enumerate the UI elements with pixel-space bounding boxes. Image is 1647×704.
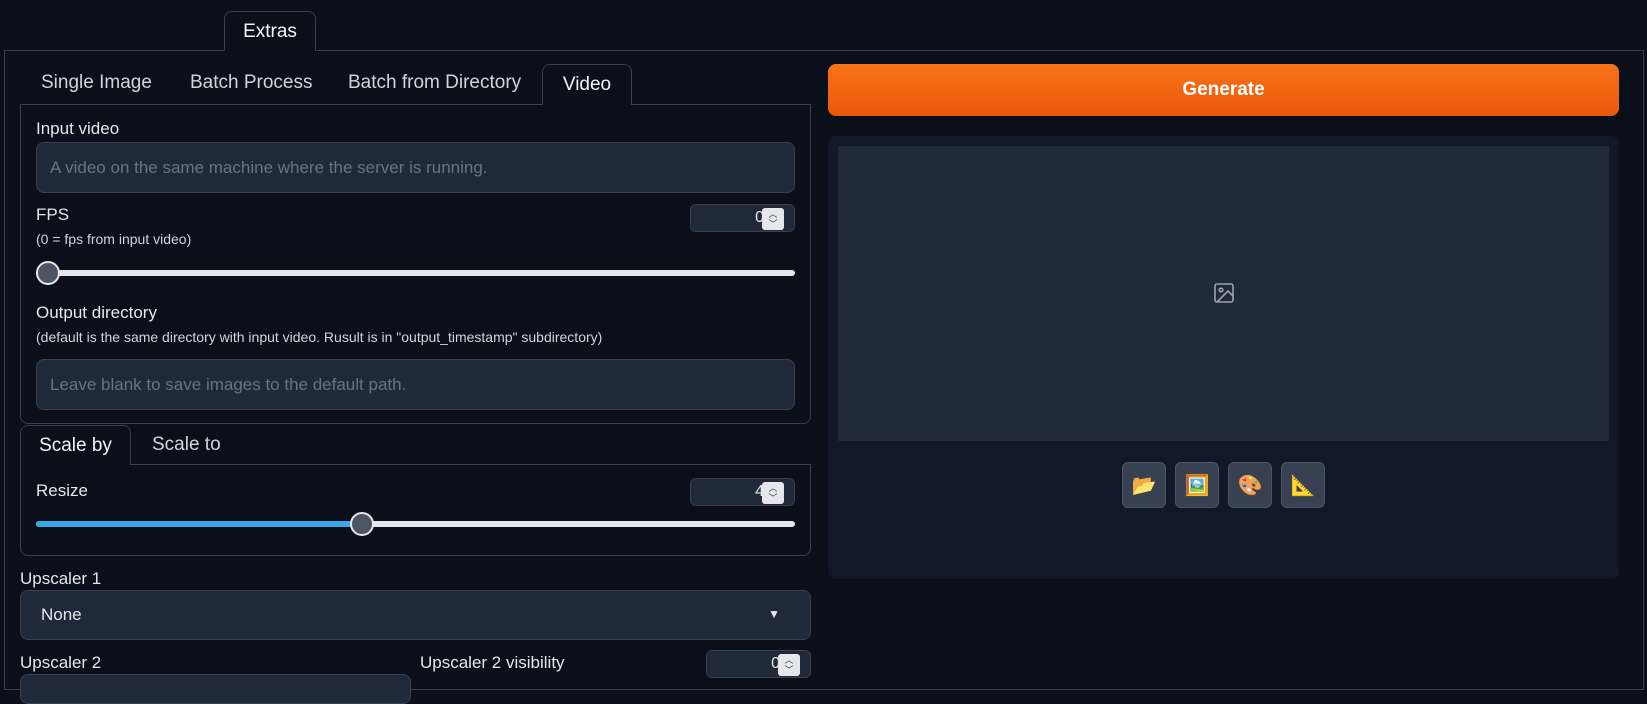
upscaler2-visibility-spinner[interactable]: ︿ ﹀ bbox=[778, 654, 800, 676]
upscaler1-dropdown[interactable]: None ▼ bbox=[20, 590, 811, 640]
ruler-icon: 📐 bbox=[1290, 474, 1316, 497]
image-placeholder-icon bbox=[1214, 283, 1234, 303]
upscaler1-value: None bbox=[41, 605, 82, 624]
resize-spinner[interactable]: ︿ ﹀ bbox=[762, 482, 784, 504]
fps-slider-track[interactable] bbox=[36, 270, 795, 276]
tab-scale-to[interactable]: Scale to bbox=[152, 425, 221, 465]
upscaler2-dropdown[interactable] bbox=[20, 674, 411, 704]
input-video-label: Input video bbox=[36, 119, 120, 138]
upscaler2-label: Upscaler 2 bbox=[20, 653, 102, 672]
send-to-inpaint-button[interactable]: 🎨 bbox=[1228, 462, 1272, 508]
resize-slider-fill bbox=[36, 521, 363, 527]
generate-button[interactable]: Generate bbox=[828, 64, 1619, 116]
resize-slider-track[interactable] bbox=[36, 521, 795, 527]
open-folder-button[interactable]: 📂 bbox=[1122, 462, 1166, 508]
tab-extras[interactable]: Extras bbox=[224, 11, 316, 51]
palette-icon: 🎨 bbox=[1237, 474, 1263, 497]
tab-batch-process[interactable]: Batch Process bbox=[190, 62, 313, 104]
upscaler2-visibility-input[interactable]: 0 ︿ ﹀ bbox=[706, 650, 811, 678]
output-directory-note: (default is the same directory with inpu… bbox=[36, 329, 603, 345]
tab-video[interactable]: Video bbox=[542, 64, 632, 105]
upscaler1-label: Upscaler 1 bbox=[20, 569, 102, 588]
tab-batch-from-directory[interactable]: Batch from Directory bbox=[348, 62, 521, 104]
resize-number-input[interactable]: 4 ︿ ﹀ bbox=[690, 478, 795, 506]
send-to-img2img-button[interactable]: 🖼️ bbox=[1175, 462, 1219, 508]
send-to-extras-button[interactable]: 📐 bbox=[1281, 462, 1325, 508]
upscaler2-visibility-label: Upscaler 2 visibility bbox=[420, 653, 565, 672]
fps-spinner[interactable]: ︿ ﹀ bbox=[762, 208, 784, 230]
output-directory-label: Output directory bbox=[36, 303, 157, 322]
folder-icon: 📂 bbox=[1131, 474, 1157, 497]
tab-single-image[interactable]: Single Image bbox=[41, 62, 152, 104]
fps-label: FPS bbox=[36, 205, 70, 224]
image-icon: 🖼️ bbox=[1184, 474, 1210, 497]
fps-note: (0 = fps from input video) bbox=[36, 231, 192, 247]
resize-label: Resize bbox=[36, 481, 88, 500]
input-video-field[interactable]: A video on the same machine where the se… bbox=[36, 142, 795, 193]
chevron-down-icon: ▼ bbox=[768, 607, 780, 621]
output-directory-field[interactable]: Leave blank to save images to the defaul… bbox=[36, 359, 795, 410]
output-image-area bbox=[838, 146, 1609, 441]
tab-scale-by[interactable]: Scale by bbox=[20, 425, 131, 465]
fps-number-input[interactable]: 0 ︿ ﹀ bbox=[690, 204, 795, 232]
fps-slider-thumb[interactable] bbox=[36, 261, 60, 285]
